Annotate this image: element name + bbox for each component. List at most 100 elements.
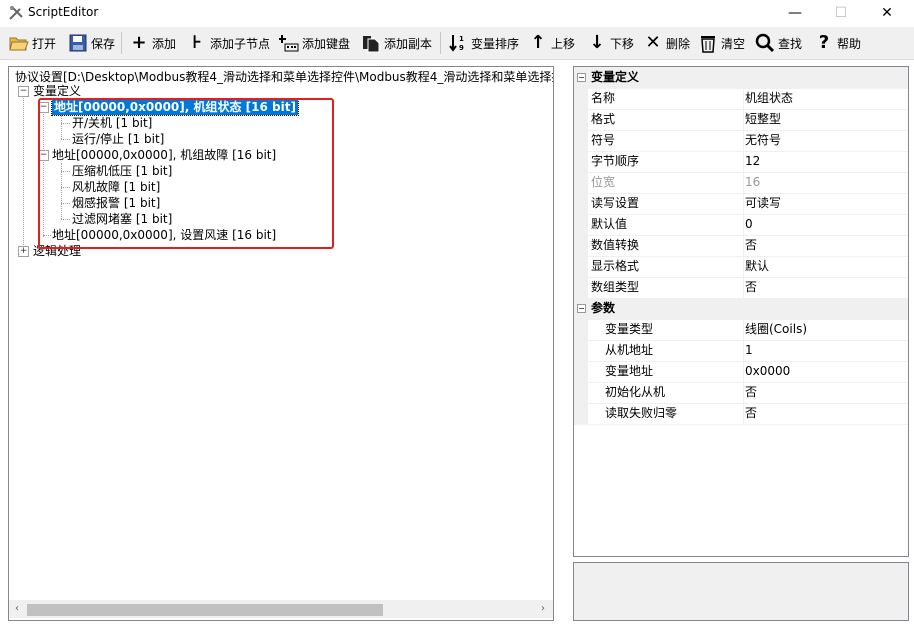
property-row[interactable]: 变量类型 线圈(Coils) (574, 319, 908, 341)
toolbar-separator (440, 32, 441, 54)
horizontal-scrollbar[interactable]: ‹ › (9, 600, 553, 618)
property-value[interactable]: 线圈(Coils) (743, 319, 905, 340)
property-row[interactable]: 读写设置 可读写 (574, 193, 908, 215)
property-row[interactable]: 数组类型 否 (574, 277, 908, 299)
delete-button[interactable]: ✕ 删除 (643, 27, 690, 59)
plus-icon: + (131, 32, 147, 53)
property-name: 格式 (591, 112, 616, 126)
close-button[interactable]: ✕ (864, 0, 910, 26)
find-label: 查找 (778, 36, 803, 51)
add-child-icon: ⊦ (192, 32, 202, 53)
app-icon (9, 6, 23, 20)
sort-button[interactable]: 19 变量排序 (448, 27, 519, 59)
save-icon (69, 34, 87, 52)
property-value[interactable]: 否 (743, 235, 905, 256)
open-label: 打开 (32, 36, 57, 51)
highlight-box (38, 98, 334, 249)
arrow-down-icon: ↓ (589, 32, 605, 53)
property-name: 读取失败归零 (605, 406, 678, 420)
add-label: 添加 (152, 36, 177, 51)
property-value[interactable]: 0 (743, 214, 905, 235)
find-button[interactable]: 查找 (755, 27, 802, 59)
property-value[interactable]: 无符号 (743, 130, 905, 151)
property-value[interactable]: 短整型 (743, 109, 905, 130)
property-value[interactable]: 默认 (743, 256, 905, 277)
sort-label: 变量排序 (471, 36, 520, 51)
property-row[interactable]: 初始化从机 否 (574, 382, 908, 404)
move-up-button[interactable]: ↑ 上移 (528, 27, 575, 59)
property-name: 初始化从机 (605, 385, 666, 399)
tree-connector (23, 95, 24, 253)
clear-label: 清空 (721, 36, 746, 51)
property-name: 读写设置 (591, 196, 640, 210)
help-button[interactable]: ? 帮助 (814, 27, 861, 59)
window-title: ScriptEditor (28, 5, 99, 19)
property-row[interactable]: 变量地址 0x0000 (574, 361, 908, 383)
property-row[interactable]: 显示格式 默认 (574, 256, 908, 278)
svg-text:9: 9 (459, 44, 464, 52)
move-down-button[interactable]: ↓ 下移 (587, 27, 634, 59)
property-category[interactable]: − 变量定义 (574, 67, 908, 89)
title-bar: ScriptEditor — ☐ ✕ (0, 0, 914, 26)
tree-node-variables[interactable]: 变量定义 (33, 83, 81, 99)
property-name: 默认值 (591, 217, 628, 231)
toolbar: 打开 保存 + 添加 ⊦ 添加子节点 添加键盘 添加副本 19 变量排序 ↑ 上… (0, 27, 914, 60)
help-label: 帮助 (837, 36, 862, 51)
property-name: 数组类型 (591, 280, 640, 294)
scroll-left-icon[interactable]: ‹ (9, 600, 25, 618)
property-row[interactable]: 字节顺序 12 (574, 151, 908, 173)
property-name: 变量类型 (605, 322, 654, 336)
add-child-label: 添加子节点 (210, 36, 271, 51)
toolbar-separator (121, 32, 122, 54)
property-category[interactable]: − 参数 (574, 298, 908, 320)
arrow-up-icon: ↑ (530, 32, 546, 53)
clear-button[interactable]: 清空 (698, 27, 745, 59)
property-name: 显示格式 (591, 259, 640, 273)
collapse-icon[interactable]: − (18, 86, 29, 97)
property-description-panel (573, 562, 909, 621)
property-row[interactable]: 位宽 16 (574, 172, 908, 194)
property-row[interactable]: 名称 机组状态 (574, 88, 908, 110)
property-name: 变量地址 (605, 364, 654, 378)
add-key-label: 添加键盘 (302, 36, 351, 51)
scrollbar-thumb[interactable] (27, 604, 383, 616)
open-button[interactable]: 打开 (9, 27, 56, 59)
folder-open-icon (9, 37, 29, 51)
save-button[interactable]: 保存 (68, 27, 115, 59)
property-name: 字节顺序 (591, 154, 640, 168)
add-copy-label: 添加副本 (384, 36, 433, 51)
property-value[interactable]: 可读写 (743, 193, 905, 214)
property-name: 名称 (591, 91, 616, 105)
expand-icon[interactable]: + (18, 246, 29, 257)
collapse-icon[interactable]: − (577, 73, 586, 82)
property-value[interactable]: 否 (743, 403, 905, 424)
keyboard-icon (279, 35, 299, 52)
move-up-label: 上移 (551, 36, 576, 51)
delete-label: 删除 (666, 36, 691, 51)
add-button[interactable]: + 添加 (129, 27, 176, 59)
property-value[interactable]: 否 (743, 277, 905, 298)
collapse-icon[interactable]: − (577, 304, 586, 313)
property-row[interactable]: 数值转换 否 (574, 235, 908, 257)
property-value[interactable]: 机组状态 (743, 88, 905, 109)
property-value: 16 (743, 172, 905, 193)
add-copy-button[interactable]: 添加副本 (361, 27, 432, 59)
tree-root-label[interactable]: 协议设置[D:\Desktop\Modbus教程4_滑动选择和菜单选择控件\Mo… (15, 69, 553, 85)
property-value[interactable]: 1 (743, 340, 905, 361)
property-name: 数值转换 (591, 238, 640, 252)
property-value[interactable]: 0x0000 (743, 361, 905, 382)
maximize-button[interactable]: ☐ (818, 0, 864, 26)
property-row[interactable]: 读取失败归零 否 (574, 403, 908, 425)
property-value[interactable]: 12 (743, 151, 905, 172)
property-row[interactable]: 从机地址 1 (574, 340, 908, 362)
save-label: 保存 (91, 36, 116, 51)
property-row[interactable]: 默认值 0 (574, 214, 908, 236)
property-value[interactable]: 否 (743, 382, 905, 403)
property-row[interactable]: 符号 无符号 (574, 130, 908, 152)
add-child-button[interactable]: ⊦ 添加子节点 (187, 27, 270, 59)
minimize-button[interactable]: — (772, 0, 818, 26)
property-row[interactable]: 格式 短整型 (574, 109, 908, 131)
scroll-right-icon[interactable]: › (535, 600, 551, 618)
add-key-button[interactable]: 添加键盘 (279, 27, 350, 59)
variable-tree[interactable]: 协议设置[D:\Desktop\Modbus教程4_滑动选择和菜单选择控件\Mo… (8, 66, 554, 621)
